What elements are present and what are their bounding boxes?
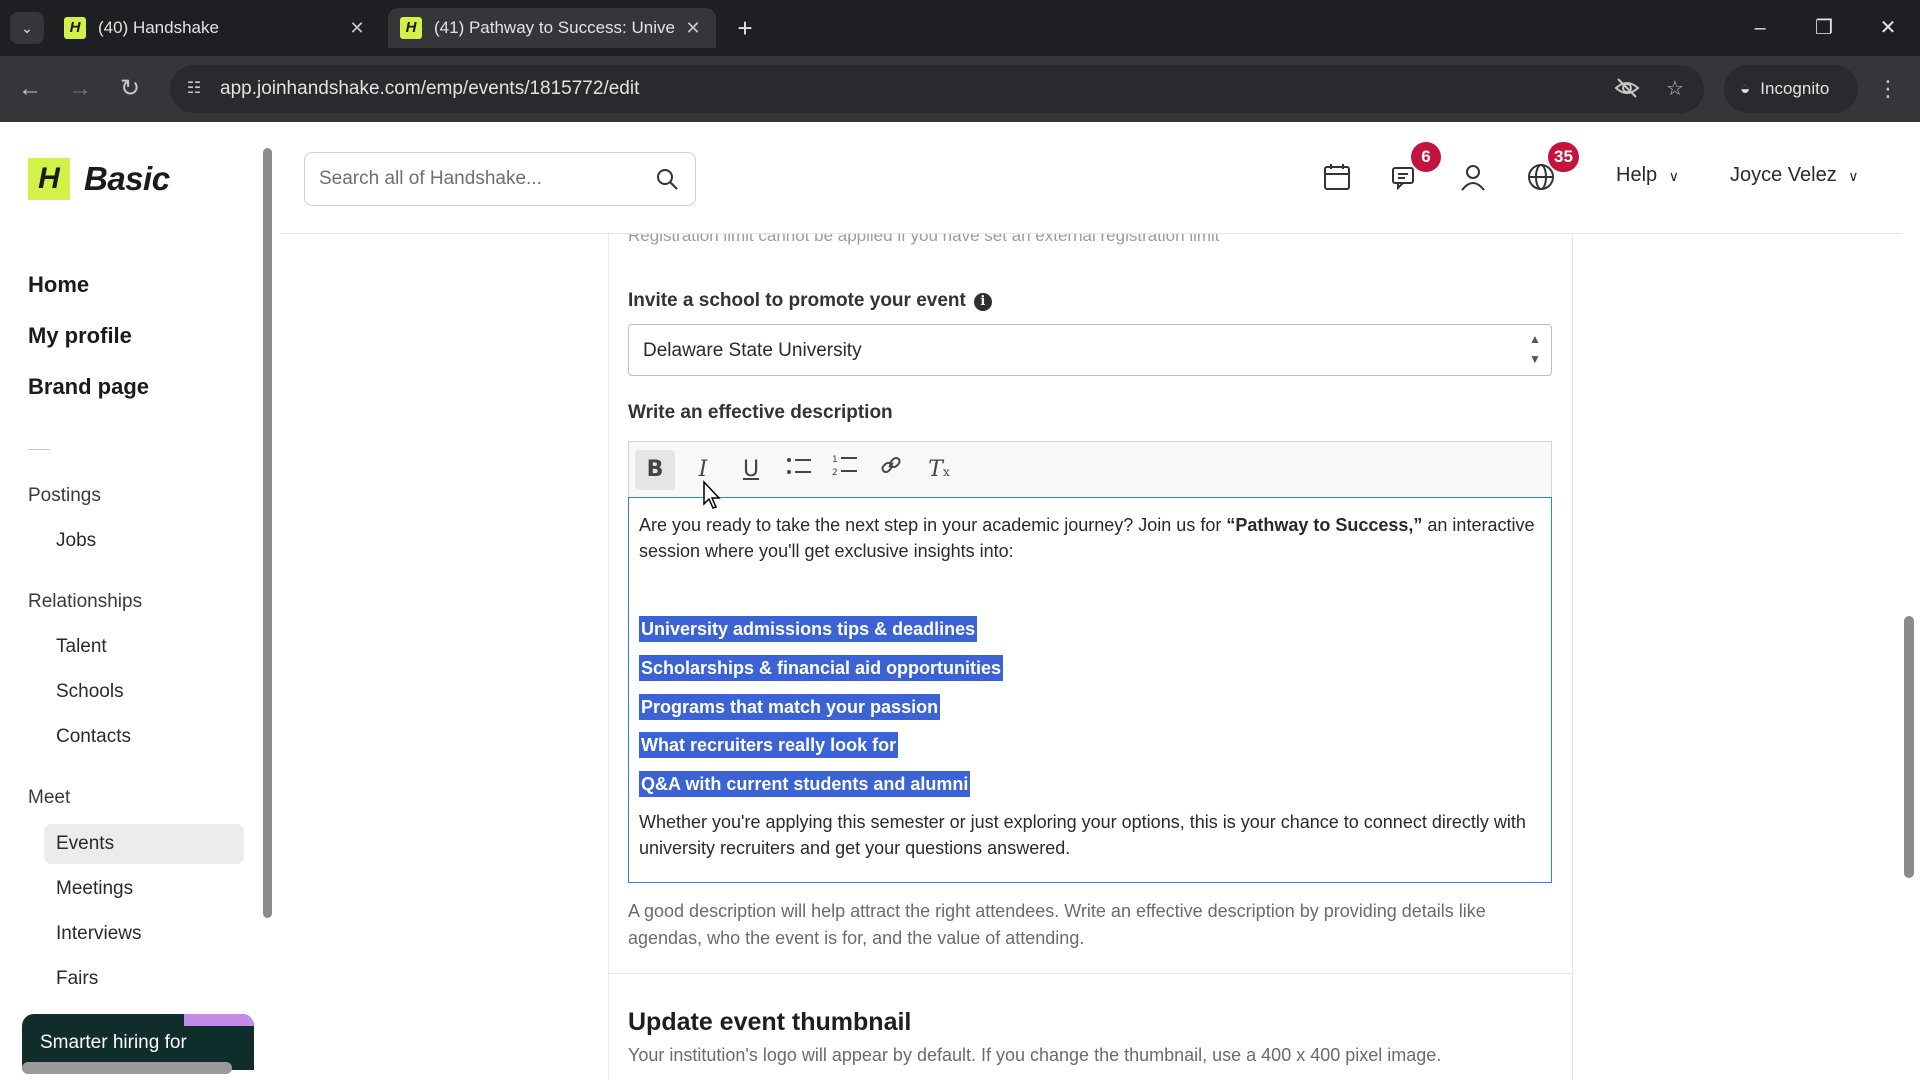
- forward-icon[interactable]: →: [64, 73, 96, 105]
- new-tab-button[interactable]: +: [730, 14, 760, 44]
- description-outro: Whether you're applying this semester or…: [639, 812, 1526, 858]
- user-name: Joyce Velez: [1730, 164, 1837, 186]
- app-header: 6 35 Help ∨ Joyce Velez ∨: [280, 122, 1902, 234]
- list-item: Scholarships & financial aid opportuniti…: [639, 655, 1004, 681]
- invite-school-select[interactable]: Delaware State University ▲ ▼: [628, 324, 1552, 376]
- thumbnail-section-title: Update event thumbnail: [628, 1008, 912, 1036]
- close-tab-icon[interactable]: ✕: [682, 18, 704, 39]
- bookmark-star-icon[interactable]: ☆: [1662, 77, 1688, 101]
- handshake-logo-icon: H: [28, 158, 70, 200]
- page-viewport: H Basic Home My profile Brand page Posti…: [0, 122, 1920, 1080]
- page-scrollbar-thumb[interactable]: [1904, 616, 1914, 878]
- sidebar-item-my-profile[interactable]: My profile: [28, 323, 132, 349]
- clear-formatting-icon[interactable]: Tx: [919, 450, 959, 490]
- chevron-down-icon: ∨: [1668, 168, 1679, 184]
- list-item: University admissions tips & deadlines: [639, 616, 978, 642]
- promo-text: Smarter hiring for: [40, 1032, 187, 1053]
- handshake-logo[interactable]: H Basic: [28, 158, 170, 200]
- browser-tab-handshake[interactable]: H (40) Handshake ✕: [52, 8, 380, 48]
- sidebar-item-contacts[interactable]: Contacts: [56, 726, 131, 748]
- description-editor[interactable]: Are you ready to take the next step in y…: [628, 497, 1552, 883]
- calendar-icon[interactable]: [1322, 162, 1352, 192]
- browser-menu-icon[interactable]: ⋮: [1876, 73, 1900, 105]
- sidebar-item-jobs[interactable]: Jobs: [56, 530, 96, 552]
- page-scrollbar-track[interactable]: [1902, 122, 1920, 1080]
- handshake-favicon-icon: H: [400, 17, 422, 39]
- tab-title: (41) Pathway to Success: Unive: [434, 18, 675, 37]
- window-close-icon[interactable]: ✕: [1868, 10, 1908, 46]
- sidebar-heading-meet: Meet: [28, 787, 71, 808]
- description-helper-text: A good description will help attract the…: [628, 901, 1486, 948]
- select-stepper-icon[interactable]: ▲ ▼: [1527, 329, 1543, 369]
- user-icon[interactable]: [1458, 162, 1488, 192]
- url-text[interactable]: app.joinhandshake.com/emp/events/1815772…: [220, 65, 639, 113]
- sidebar-heading-postings: Postings: [28, 485, 101, 506]
- sidebar-heading-relationships: Relationships: [28, 591, 143, 612]
- site-info-icon[interactable]: ☷: [182, 77, 206, 101]
- promo-accent: [184, 1014, 254, 1026]
- sidebar: H Basic Home My profile Brand page Posti…: [0, 122, 280, 1080]
- invite-school-label: Invite a school to promote your event i: [628, 290, 992, 312]
- bullet-list-icon[interactable]: [779, 450, 819, 490]
- back-icon[interactable]: ←: [14, 73, 46, 105]
- sidebar-item-home[interactable]: Home: [28, 272, 89, 298]
- handshake-favicon-icon: H: [64, 17, 86, 39]
- notifications-badge: 35: [1548, 142, 1579, 172]
- restore-icon[interactable]: ❐: [1804, 10, 1844, 46]
- incognito-label: Incognito: [1760, 79, 1830, 98]
- global-search[interactable]: [304, 152, 696, 206]
- browser-tab-pathway[interactable]: H (41) Pathway to Success: Unive ✕: [388, 8, 716, 48]
- search-icon[interactable]: [655, 167, 679, 191]
- user-menu[interactable]: Joyce Velez ∨: [1730, 164, 1859, 187]
- sidebar-item-interviews[interactable]: Interviews: [56, 923, 142, 945]
- reload-icon[interactable]: ↻: [114, 73, 146, 105]
- browser-toolbar: ← → ↻ ☷ app.joinhandshake.com/emp/events…: [0, 56, 1920, 122]
- tab-search-button[interactable]: ⌄: [10, 12, 44, 44]
- list-item: Q&A with current students and alumni: [639, 771, 971, 797]
- sidebar-item-talent[interactable]: Talent: [56, 636, 107, 658]
- description-label: Write an effective description: [628, 402, 893, 423]
- incognito-indicator[interactable]: ◒ Incognito: [1724, 65, 1858, 113]
- info-icon[interactable]: i: [973, 293, 992, 311]
- list-item: What recruiters really look for: [639, 732, 899, 758]
- main-content: Registration limit cannot be applied if …: [280, 234, 1902, 1080]
- help-label: Help: [1616, 164, 1658, 186]
- description-intro: Are you ready to take the next step in y…: [639, 515, 1535, 561]
- underline-icon[interactable]: U: [731, 450, 771, 490]
- link-icon[interactable]: [871, 450, 911, 490]
- invite-school-value: Delaware State University: [643, 340, 862, 361]
- sidebar-item-brand-page[interactable]: Brand page: [28, 374, 149, 400]
- list-item: Programs that match your passion: [639, 694, 941, 720]
- chevron-down-icon: ∨: [1848, 168, 1859, 184]
- mouse-pointer-icon: [703, 480, 721, 509]
- sidebar-item-schools[interactable]: Schools: [56, 681, 124, 703]
- eye-off-icon[interactable]: [1614, 77, 1640, 101]
- minimize-icon[interactable]: –: [1740, 10, 1780, 46]
- tab-title: (40) Handshake: [98, 18, 219, 37]
- bold-icon[interactable]: B: [635, 450, 675, 490]
- browser-tabstrip: ⌄ H (40) Handshake ✕ H (41) Pathway to S…: [0, 0, 1920, 56]
- search-input[interactable]: [319, 153, 649, 205]
- svg-text:2: 2: [832, 468, 838, 477]
- numbered-list-icon[interactable]: 12: [825, 450, 865, 490]
- svg-text:1: 1: [832, 455, 838, 465]
- sidebar-scrollbar[interactable]: [263, 148, 272, 918]
- sidebar-item-meetings[interactable]: Meetings: [56, 878, 133, 900]
- editor-toolbar: B I U 12 Tx: [628, 441, 1552, 497]
- close-tab-icon[interactable]: ✕: [346, 18, 368, 39]
- help-menu[interactable]: Help ∨: [1616, 164, 1679, 187]
- thumbnail-section-subtitle: Your institution's logo will appear by d…: [628, 1045, 1442, 1065]
- incognito-icon: ◒: [1740, 79, 1751, 98]
- horizontal-scrollbar[interactable]: [22, 1062, 232, 1074]
- sidebar-item-events[interactable]: Events: [56, 833, 114, 855]
- address-bar[interactable]: ☷ app.joinhandshake.com/emp/events/18157…: [170, 65, 1704, 113]
- sidebar-divider: [28, 449, 50, 450]
- registration-limit-note: Registration limit cannot be applied if …: [628, 234, 1220, 245]
- messages-badge: 6: [1411, 142, 1441, 172]
- plan-name: Basic: [84, 160, 170, 197]
- sidebar-item-fairs[interactable]: Fairs: [56, 968, 98, 990]
- section-divider: [608, 973, 1573, 974]
